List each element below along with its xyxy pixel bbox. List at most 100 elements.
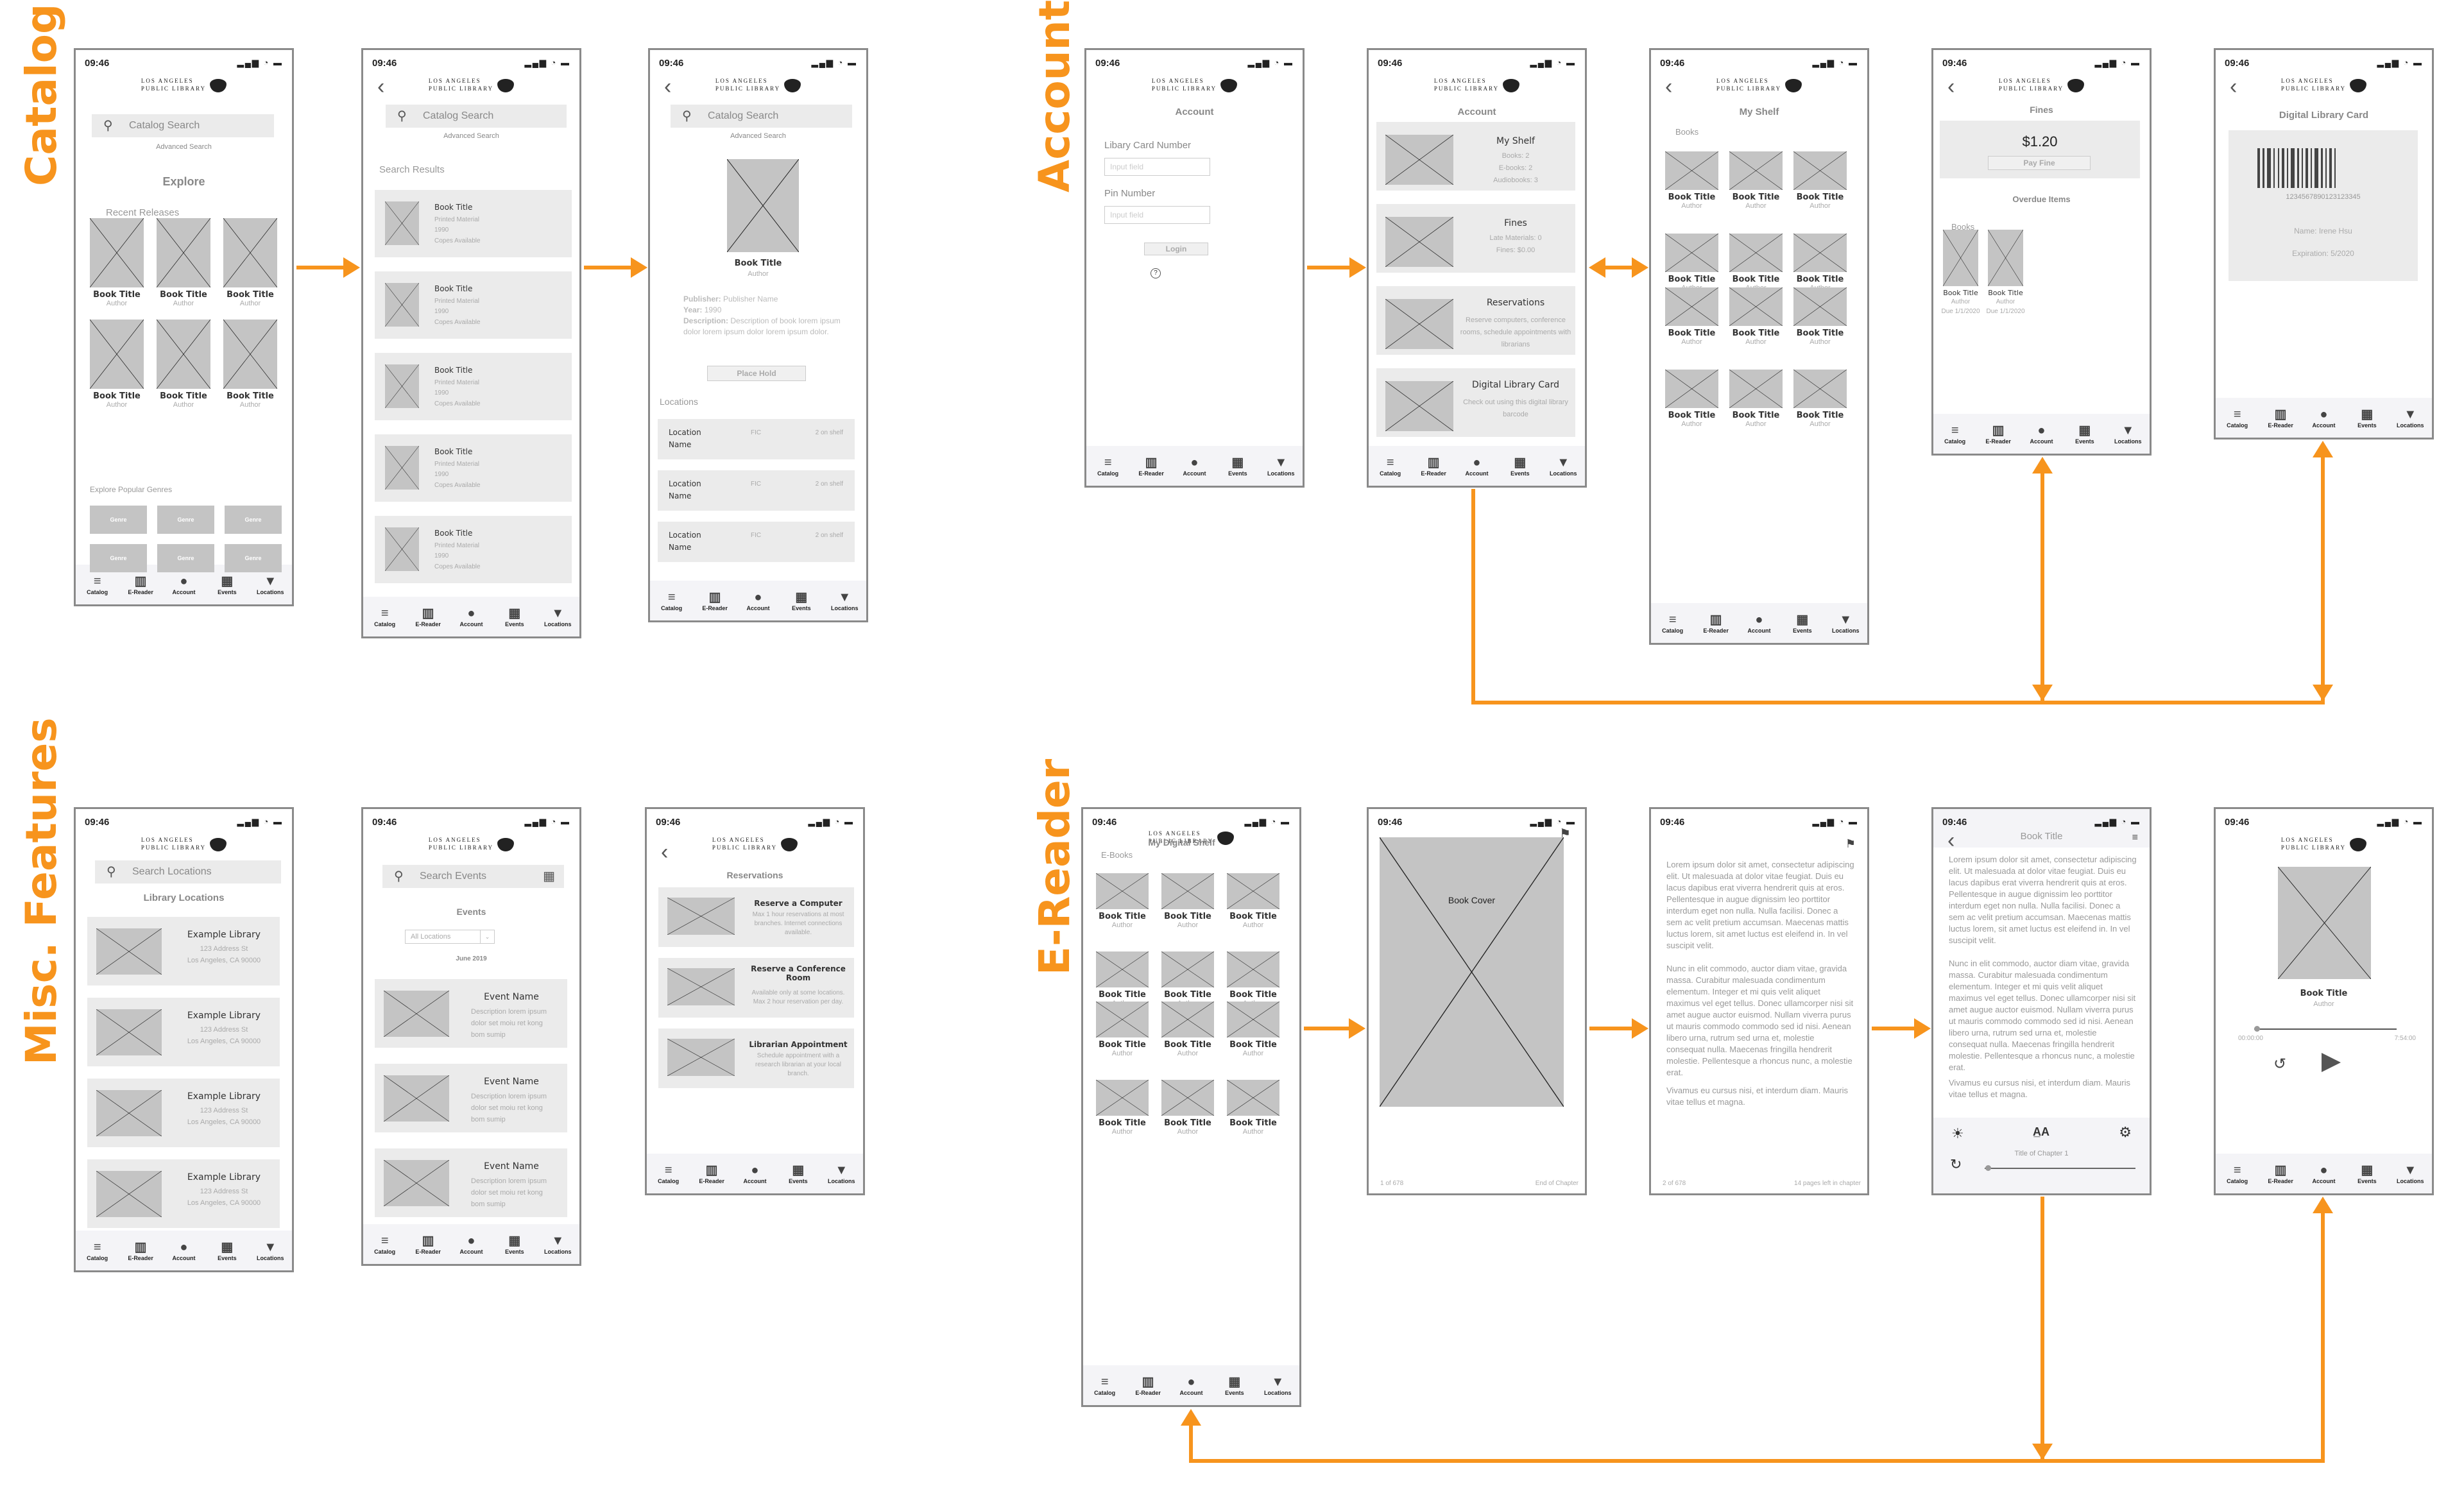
place-hold-button[interactable]: Place Hold: [707, 366, 806, 381]
audio-progress-slider[interactable]: [2254, 1026, 2397, 1032]
book-title[interactable]: Book Title: [1090, 1118, 1155, 1128]
help-icon[interactable]: ?: [1151, 268, 1161, 278]
card-number-input[interactable]: Input field: [1104, 158, 1210, 176]
nav-item-account[interactable]: ● Account: [1173, 1374, 1209, 1396]
nav-item-catalog[interactable]: ≡ Catalog: [367, 1233, 403, 1255]
catalog-search-input[interactable]: ⚲ Catalog Search: [671, 105, 852, 128]
search-result-item[interactable]: Book Title Printed Material 1990 Copes Avai…: [375, 353, 572, 420]
book-title[interactable]: Book Title: [1723, 328, 1789, 338]
nav-item-e-reader[interactable]: ▥ E-Reader: [410, 1233, 446, 1255]
search-result-item[interactable]: Book Title Printed Material 1990 Copes Avai…: [375, 516, 572, 583]
nav-item-locations[interactable]: ▼ Locations: [1545, 455, 1581, 477]
nav-item-catalog[interactable]: ≡ Catalog: [80, 574, 116, 595]
search-result-item[interactable]: Book Title Printed Material 1990 Copes Avai…: [375, 434, 572, 502]
nav-item-locations[interactable]: ▼ Locations: [252, 574, 288, 595]
catalog-search-input[interactable]: ⚲ Catalog Search: [386, 105, 567, 128]
nav-item-e-reader[interactable]: ▥ E-Reader: [123, 1240, 158, 1261]
advanced-search-link[interactable]: Advanced Search: [76, 143, 292, 151]
book-title[interactable]: Book Title: [1155, 1040, 1220, 1050]
nav-item-account[interactable]: ● Account: [1741, 612, 1777, 634]
nav-item-catalog[interactable]: ≡ Catalog: [1090, 455, 1126, 477]
nav-item-events[interactable]: ▦ Events: [2349, 1163, 2385, 1184]
account-card-my-shelf[interactable]: My Shelf Books: 2 E-books: 2 Audiobooks: 3: [1376, 122, 1575, 191]
nav-item-locations[interactable]: ▼ Locations: [1827, 612, 1863, 634]
nav-item-e-reader[interactable]: ▥ E-Reader: [1698, 612, 1734, 634]
book-title[interactable]: Book Title: [1155, 912, 1220, 921]
nav-item-events[interactable]: ▦ Events: [783, 590, 819, 611]
slider-knob[interactable]: [1985, 1165, 1991, 1171]
nav-item-e-reader[interactable]: ▥ E-Reader: [697, 590, 733, 611]
nav-item-catalog[interactable]: ≡ Catalog: [654, 590, 690, 611]
table-of-contents-icon[interactable]: ≡: [2132, 832, 2138, 844]
play-icon[interactable]: [2322, 1053, 2341, 1072]
nav-item-e-reader[interactable]: ▥ E-Reader: [2263, 407, 2298, 429]
overdue-book-title[interactable]: Book Title: [1981, 289, 2030, 297]
slider-knob[interactable]: [2254, 1026, 2261, 1032]
nav-item-locations[interactable]: ▼ Locations: [1263, 455, 1299, 477]
genre-tile[interactable]: Genre: [225, 544, 282, 572]
bookmark-icon[interactable]: ⚑: [1845, 837, 1856, 851]
book-title[interactable]: Book Title: [1659, 275, 1725, 284]
catalog-search-input[interactable]: ⚲ Catalog Search: [92, 114, 274, 137]
genre-tile[interactable]: Genre: [157, 506, 214, 534]
nav-item-events[interactable]: ▦ Events: [1217, 1374, 1253, 1396]
book-title[interactable]: Book Title: [1220, 1118, 1286, 1128]
nav-item-catalog[interactable]: ≡ Catalog: [1937, 423, 1973, 445]
book-title[interactable]: Book Title: [1220, 1040, 1286, 1050]
book-title[interactable]: Book Title: [1090, 990, 1155, 1000]
library-location-item[interactable]: Example Library 123 Address St Los Angeles…: [87, 1159, 280, 1228]
nav-item-events[interactable]: ▦ Events: [1502, 455, 1538, 477]
genre-tile[interactable]: Genre: [157, 544, 214, 572]
nav-item-locations[interactable]: ▼ Locations: [1260, 1374, 1296, 1396]
genre-tile[interactable]: Genre: [90, 544, 147, 572]
nav-item-events[interactable]: ▦ Events: [2349, 407, 2385, 429]
genre-tile[interactable]: Genre: [90, 506, 147, 534]
book-title[interactable]: Book Title: [1787, 275, 1853, 284]
reservation-option[interactable]: Librarian Appointment Schedule appointmen…: [658, 1028, 854, 1088]
nav-item-catalog[interactable]: ≡ Catalog: [367, 606, 403, 627]
nav-item-catalog[interactable]: ≡ Catalog: [2220, 1163, 2255, 1184]
book-title[interactable]: Book Title: [1090, 912, 1155, 921]
reservation-option[interactable]: Reserve a Computer Max 1 hour reservation…: [658, 887, 854, 947]
book-title[interactable]: Book Title: [83, 290, 150, 300]
rewind-icon[interactable]: ↺: [2273, 1055, 2286, 1073]
account-card-digital-library-card[interactable]: Digital Library Card Check out using this…: [1376, 368, 1575, 437]
nav-item-locations[interactable]: ▼ Locations: [2392, 1163, 2428, 1184]
book-title[interactable]: Book Title: [1723, 411, 1789, 420]
library-location-item[interactable]: Example Library 123 Address St Los Angeles…: [87, 998, 280, 1066]
search-result-item[interactable]: Book Title Printed Material 1990 Copes Avai…: [375, 190, 572, 257]
reservation-option[interactable]: Reserve a Conference Room Available only …: [658, 958, 854, 1018]
nav-item-e-reader[interactable]: ▥ E-Reader: [1130, 1374, 1166, 1396]
nav-item-locations[interactable]: ▼ Locations: [540, 606, 576, 627]
brightness-icon[interactable]: ☀: [1951, 1125, 1964, 1142]
nav-item-account[interactable]: ● Account: [737, 1163, 773, 1184]
nav-item-events[interactable]: ▦ Events: [1220, 455, 1256, 477]
library-location-item[interactable]: Example Library 123 Address St Los Angeles…: [87, 1079, 280, 1147]
nav-item-account[interactable]: ● Account: [2306, 1163, 2341, 1184]
pay-fine-button[interactable]: Pay Fine: [1988, 156, 2091, 170]
pin-input[interactable]: Input field: [1104, 206, 1210, 224]
nav-item-account[interactable]: ● Account: [1459, 455, 1494, 477]
nav-item-account[interactable]: ● Account: [740, 590, 776, 611]
book-title[interactable]: Book Title: [217, 290, 284, 300]
book-title[interactable]: Book Title: [1155, 990, 1220, 1000]
nav-item-account[interactable]: ● Account: [2306, 407, 2341, 429]
nav-item-account[interactable]: ● Account: [453, 1233, 489, 1255]
genre-tile[interactable]: Genre: [225, 506, 282, 534]
rotate-icon[interactable]: ↻: [1950, 1156, 1962, 1173]
book-title[interactable]: Book Title: [1723, 275, 1789, 284]
nav-item-catalog[interactable]: ≡ Catalog: [651, 1163, 687, 1184]
advanced-search-link[interactable]: Advanced Search: [650, 132, 866, 140]
nav-item-e-reader[interactable]: ▥ E-Reader: [1980, 423, 2016, 445]
calendar-icon[interactable]: ▦: [543, 865, 555, 888]
book-title[interactable]: Book Title: [1220, 990, 1286, 1000]
advanced-search-link[interactable]: Advanced Search: [363, 132, 579, 140]
nav-item-locations[interactable]: ▼ Locations: [540, 1233, 576, 1255]
book-title[interactable]: Book Title: [1787, 411, 1853, 420]
nav-item-e-reader[interactable]: ▥ E-Reader: [410, 606, 446, 627]
font-size-icon[interactable]: A̲A: [2033, 1125, 2049, 1139]
account-card-fines[interactable]: Fines Late Materials: 0 Fines: $0.00: [1376, 204, 1575, 273]
book-title[interactable]: Book Title: [1723, 192, 1789, 202]
book-title[interactable]: Book Title: [1155, 1118, 1220, 1128]
nav-item-e-reader[interactable]: ▥ E-Reader: [123, 574, 158, 595]
